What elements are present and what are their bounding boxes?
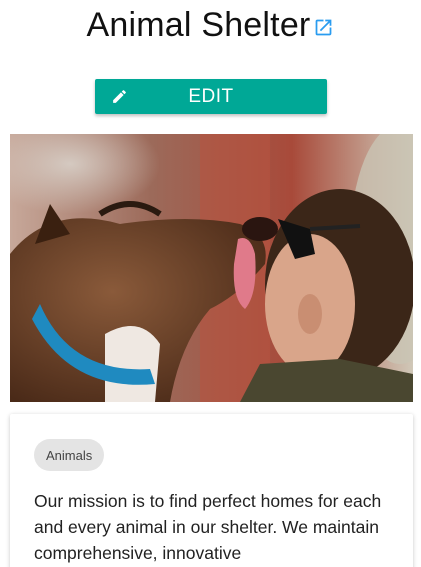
edit-button[interactable]: EDIT: [95, 79, 327, 114]
info-card: Animals Our mission is to find perfect h…: [10, 414, 413, 567]
edit-button-label: EDIT: [188, 85, 234, 107]
description-text: Our mission is to find perfect homes for…: [34, 491, 382, 563]
open-in-new-icon[interactable]: [313, 17, 334, 38]
dog-licking-man-photo: [10, 134, 413, 402]
pencil-icon: [111, 88, 128, 110]
page-header: Animal Shelter: [0, 0, 421, 50]
category-chip[interactable]: Animals: [34, 439, 105, 471]
page-title: Animal Shelter: [86, 5, 311, 44]
